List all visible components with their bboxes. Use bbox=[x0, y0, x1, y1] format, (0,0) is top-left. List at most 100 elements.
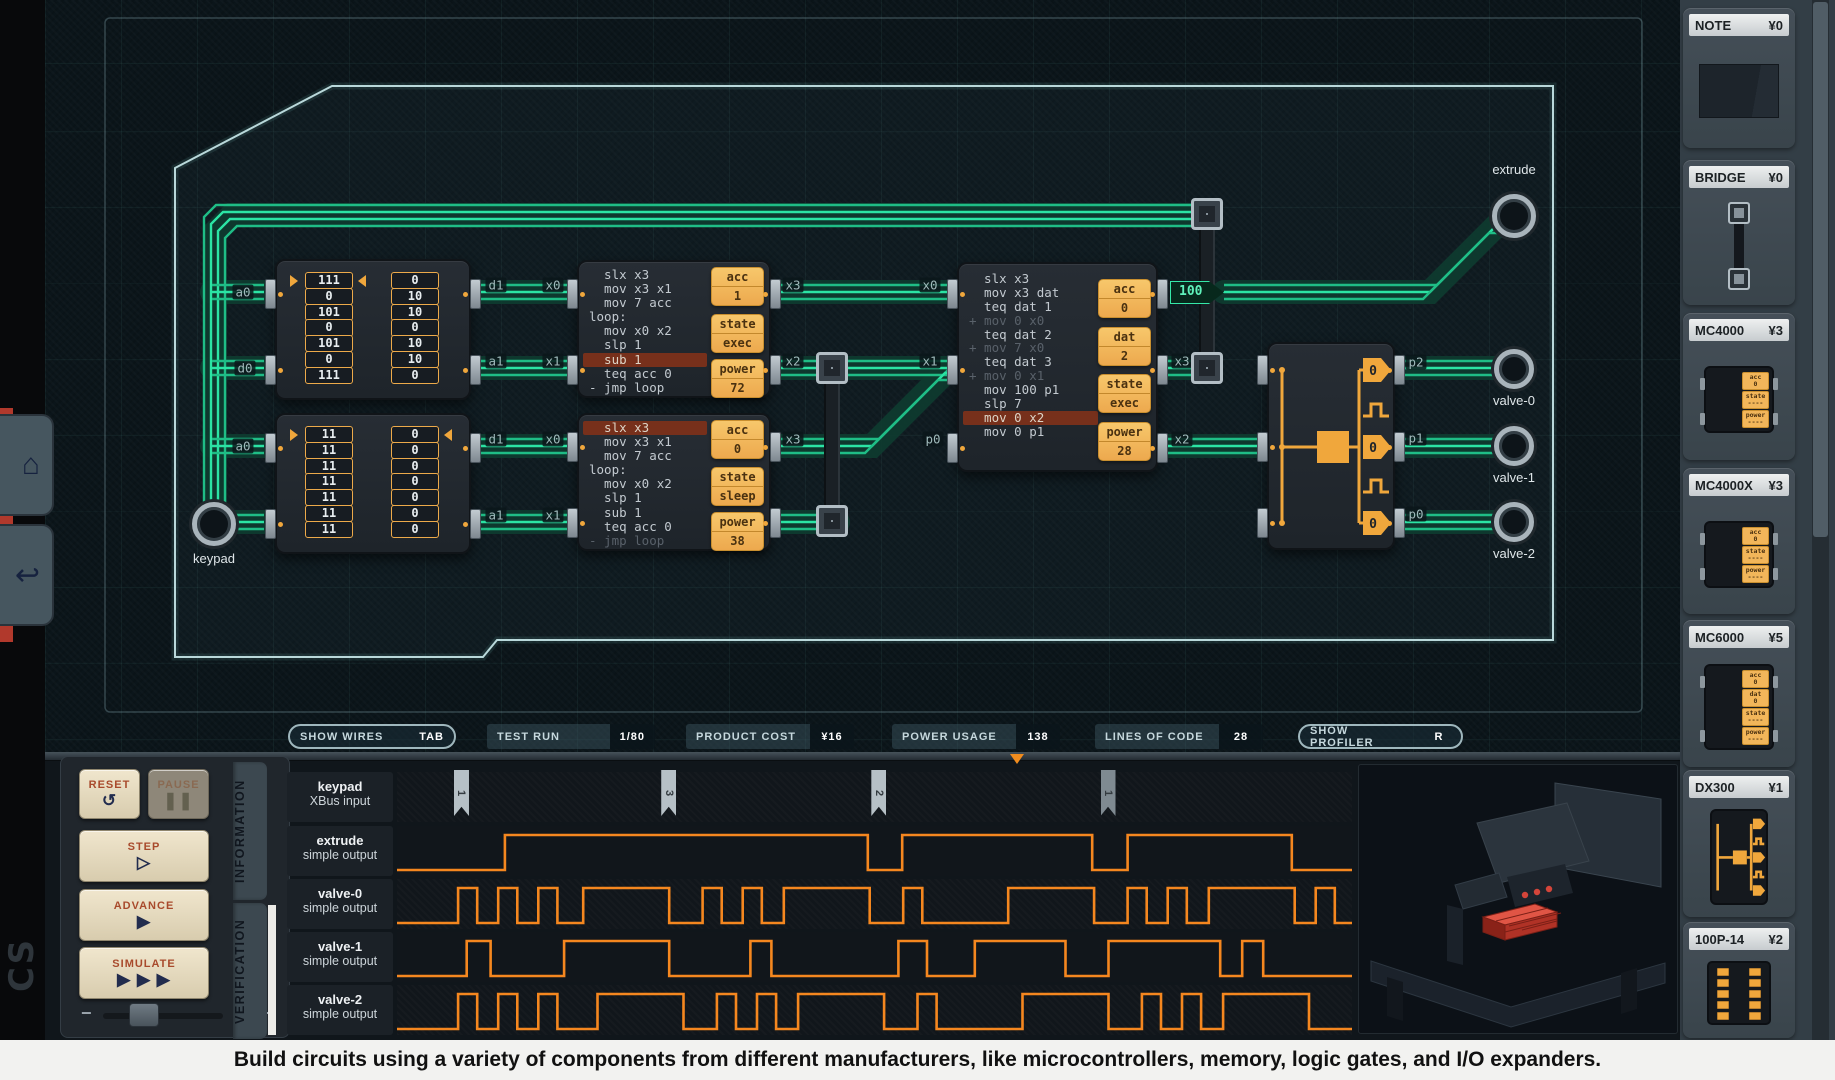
step-button[interactable]: STEP ▷ bbox=[79, 830, 209, 882]
code-line[interactable]: loop: bbox=[583, 463, 707, 477]
ram-cell[interactable]: 11 bbox=[305, 426, 353, 443]
simulate-button[interactable]: SIMULATE ▶ ▶ ▶ bbox=[79, 947, 209, 999]
ram1-port-d1[interactable] bbox=[470, 279, 481, 309]
ram-cell[interactable]: 0 bbox=[391, 426, 439, 443]
dx300-port-p1[interactable] bbox=[1394, 432, 1405, 462]
slider-thumb[interactable] bbox=[129, 1003, 159, 1027]
slider-minus[interactable]: − bbox=[81, 1003, 92, 1024]
mc6000-port-p1[interactable] bbox=[1157, 279, 1168, 309]
ram1-port-d0[interactable] bbox=[265, 355, 276, 385]
ram1-port-a0[interactable] bbox=[265, 279, 276, 309]
ram-cell[interactable]: 0 bbox=[391, 505, 439, 522]
ram-chip-1[interactable]: 111010101010111 01010010100 bbox=[275, 259, 471, 400]
bridge-2-top[interactable] bbox=[1191, 198, 1223, 230]
home-button[interactable]: ⌂ bbox=[0, 414, 54, 516]
code-line[interactable]: slx x3 bbox=[583, 421, 707, 435]
tab-verification[interactable]: VERIFICATION bbox=[233, 903, 267, 1039]
mc4000x-chip-1[interactable]: slx x3 mov x3 x1 mov 7 accloop: mov x0 x… bbox=[577, 260, 771, 398]
sidebar-scrollbar[interactable] bbox=[1812, 0, 1829, 1040]
code-line[interactable]: slp 1 bbox=[583, 338, 707, 352]
code-line[interactable]: slp 7 bbox=[963, 397, 1098, 411]
part-card-bridge[interactable]: BRIDGE¥0 bbox=[1683, 160, 1795, 305]
mcx2-port-x0[interactable] bbox=[567, 432, 578, 462]
code-line[interactable]: mov x3 x1 bbox=[583, 282, 707, 296]
part-card-dx300[interactable]: DX300¥1 bbox=[1683, 770, 1795, 917]
dx300-chip[interactable]: 000 bbox=[1267, 342, 1395, 550]
back-button[interactable]: ↩ bbox=[0, 524, 54, 626]
dx300-port-x0[interactable] bbox=[1257, 432, 1268, 462]
ram-cell[interactable]: 10 bbox=[391, 288, 439, 305]
ram-cell[interactable]: 101 bbox=[305, 335, 353, 352]
valve-1-connector[interactable] bbox=[1494, 426, 1534, 466]
dx300-port-left-top[interactable] bbox=[1257, 355, 1268, 385]
advance-button[interactable]: ADVANCE ▶ bbox=[79, 889, 209, 941]
dx300-port-p2[interactable] bbox=[1394, 355, 1405, 385]
code-line[interactable]: mov x0 x2 bbox=[583, 324, 707, 338]
code-line[interactable]: loop: bbox=[583, 310, 707, 324]
mcx2-port-x2[interactable] bbox=[770, 508, 781, 538]
ram-cell[interactable]: 111 bbox=[305, 272, 353, 289]
ram-cell[interactable]: 0 bbox=[391, 489, 439, 506]
mcx1-port-x1[interactable] bbox=[567, 355, 578, 385]
code-line[interactable]: teq dat 3 bbox=[963, 355, 1098, 369]
keypad-connector[interactable] bbox=[192, 502, 236, 546]
mc4000x-chip-2[interactable]: slx x3 mov x3 x1 mov 7 accloop: mov x0 x… bbox=[577, 413, 771, 551]
code-line[interactable]: slx x3 bbox=[583, 268, 707, 282]
dx300-port-left-bottom[interactable] bbox=[1257, 508, 1268, 538]
code-line[interactable]: + mov 0 x0 bbox=[963, 314, 1098, 328]
ram-cell[interactable]: 11 bbox=[305, 521, 353, 538]
ram-cell[interactable]: 0 bbox=[391, 473, 439, 490]
ram-cell[interactable]: 11 bbox=[305, 505, 353, 522]
code-line[interactable]: mov 7 acc bbox=[583, 296, 707, 310]
mcx1-port-x0[interactable] bbox=[567, 279, 578, 309]
bridge-1-bottom[interactable] bbox=[816, 505, 848, 537]
sidebar-scrollbar-thumb[interactable] bbox=[1813, 2, 1828, 537]
code-line[interactable]: sub 1 bbox=[583, 353, 707, 367]
ram-cell[interactable]: 0 bbox=[391, 319, 439, 336]
code-line[interactable]: mov 0 p1 bbox=[963, 425, 1098, 439]
tab-information[interactable]: INFORMATION bbox=[233, 762, 267, 900]
bridge-1-bar[interactable] bbox=[824, 366, 840, 526]
part-card-mc6000[interactable]: MC6000¥5acc0dat0state----power---- bbox=[1683, 620, 1795, 767]
part-card-mc4000x[interactable]: MC4000X¥3acc0state----power---- bbox=[1683, 468, 1795, 614]
mc6000-port-p0[interactable] bbox=[947, 433, 958, 463]
code-line[interactable]: slx x3 bbox=[963, 272, 1098, 286]
ram1-port-a1[interactable] bbox=[470, 355, 481, 385]
mc6000-chip[interactable]: slx x3 mov x3 dat teq dat 1+ mov 0 x0 te… bbox=[957, 262, 1158, 472]
code-line[interactable]: sub 1 bbox=[583, 506, 707, 520]
ram-chip-2[interactable]: 11111111111111 0000000 bbox=[275, 413, 471, 554]
mcx2-port-x1[interactable] bbox=[567, 508, 578, 538]
part-card-mc4000[interactable]: MC4000¥3acc0state----power---- bbox=[1683, 313, 1795, 460]
ram2-port-d0[interactable] bbox=[265, 509, 276, 539]
mcx1-code[interactable]: slx x3 mov x3 x1 mov 7 accloop: mov x0 x… bbox=[583, 268, 707, 395]
ram-cell[interactable]: 0 bbox=[391, 442, 439, 459]
ram-cell[interactable]: 11 bbox=[305, 489, 353, 506]
ram-cell[interactable]: 11 bbox=[305, 473, 353, 490]
ram-cell[interactable]: 0 bbox=[391, 272, 439, 289]
ram-cell[interactable]: 0 bbox=[391, 367, 439, 384]
ram-cell[interactable]: 11 bbox=[305, 458, 353, 475]
mcx2-code[interactable]: slx x3 mov x3 x1 mov 7 accloop: mov x0 x… bbox=[583, 421, 707, 548]
ram-cell[interactable]: 0 bbox=[305, 351, 353, 368]
valve-0-connector[interactable] bbox=[1494, 349, 1534, 389]
code-line[interactable]: mov 100 p1 bbox=[963, 383, 1098, 397]
extrude-connector[interactable] bbox=[1492, 194, 1536, 238]
mc6000-port-x3[interactable] bbox=[1157, 355, 1168, 385]
ram-cell[interactable]: 10 bbox=[391, 351, 439, 368]
bridge-1-top[interactable] bbox=[816, 352, 848, 384]
code-line[interactable]: mov 7 acc bbox=[583, 449, 707, 463]
code-line[interactable]: teq dat 2 bbox=[963, 328, 1098, 342]
part-card-note[interactable]: NOTE¥0 bbox=[1683, 8, 1795, 148]
code-line[interactable]: mov x0 x2 bbox=[583, 477, 707, 491]
mc6000-port-x0[interactable] bbox=[947, 279, 958, 309]
ram-cell[interactable]: 0 bbox=[391, 458, 439, 475]
mcx1-port-x3[interactable] bbox=[770, 279, 781, 309]
code-line[interactable]: + mov 0 x1 bbox=[963, 369, 1098, 383]
code-line[interactable]: slp 1 bbox=[583, 491, 707, 505]
code-line[interactable]: teq dat 1 bbox=[963, 300, 1098, 314]
dx300-port-p0[interactable] bbox=[1394, 508, 1405, 538]
mcx1-port-x2[interactable] bbox=[770, 355, 781, 385]
ram-cell[interactable]: 101 bbox=[305, 304, 353, 321]
ram2-port-a0[interactable] bbox=[265, 433, 276, 463]
code-line[interactable]: teq acc 0 bbox=[583, 520, 707, 534]
